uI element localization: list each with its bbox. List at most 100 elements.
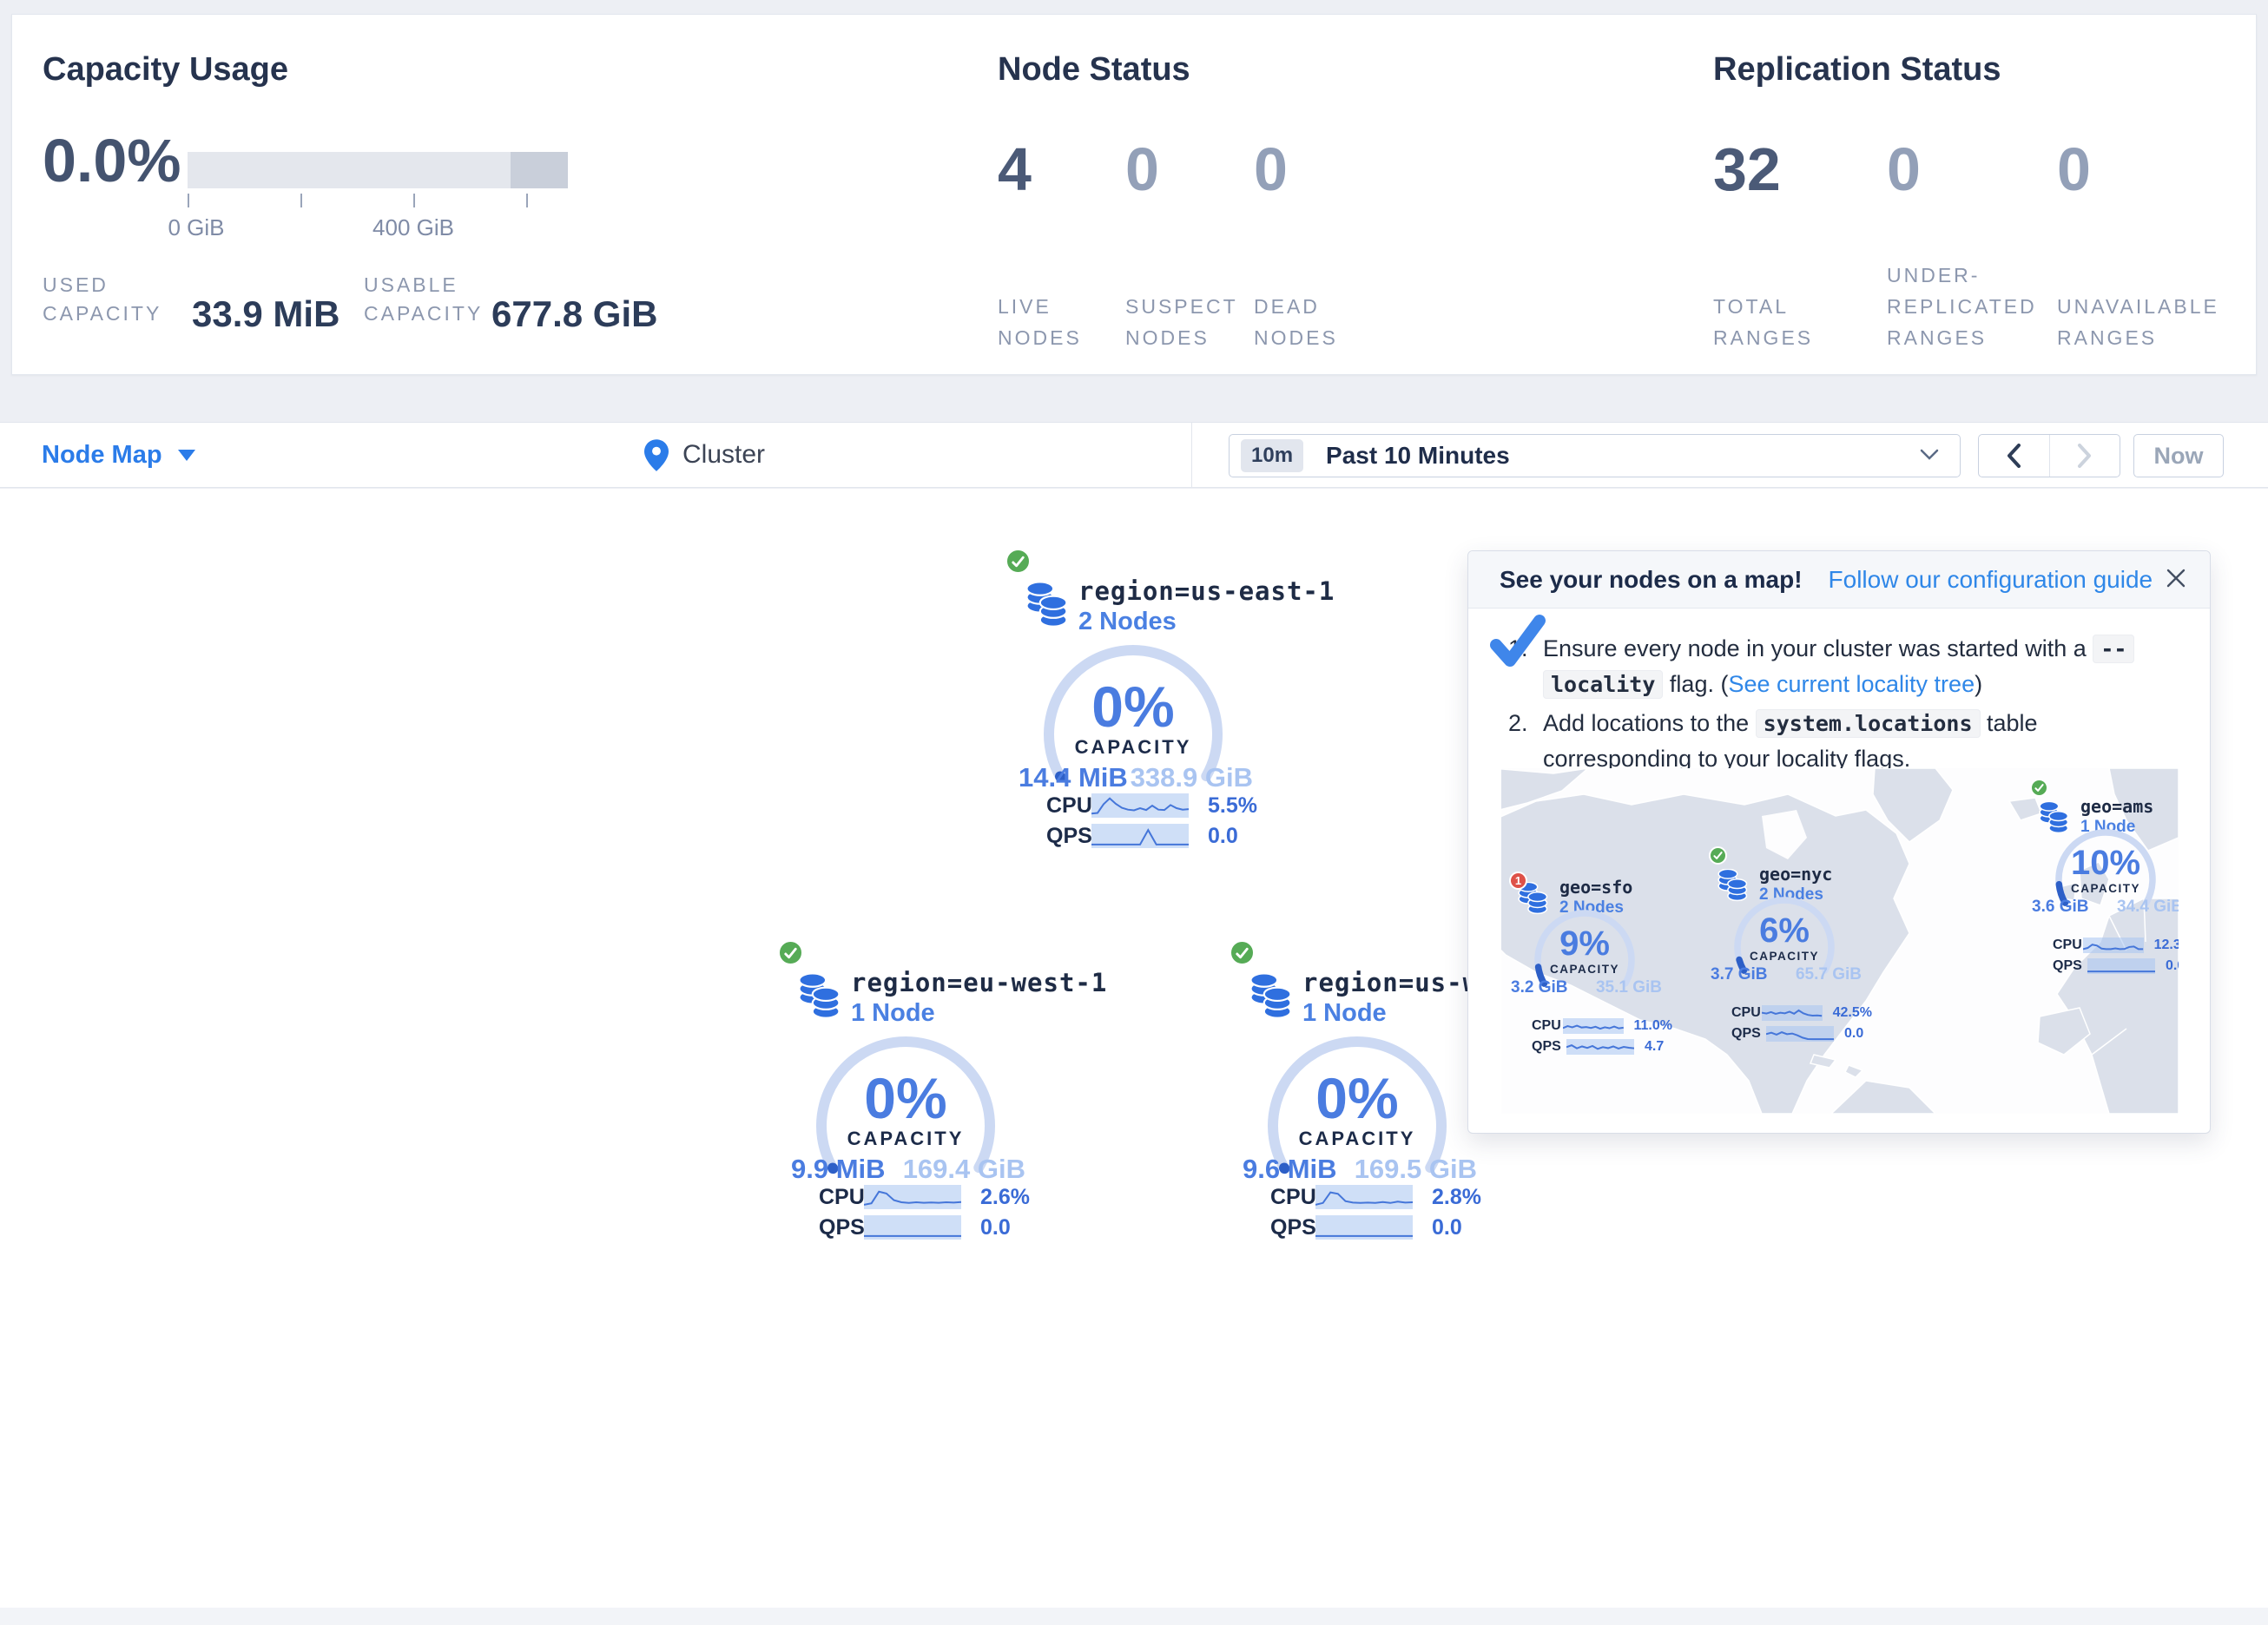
qps-metric-row: QPS 0.0 <box>819 1214 1040 1240</box>
status-ok-badge <box>1709 846 1727 865</box>
caret-down-icon <box>178 450 195 461</box>
check-icon <box>781 945 800 961</box>
cpu-sparkline <box>1762 1005 1822 1021</box>
capacity-tick <box>526 194 528 207</box>
time-forward-button[interactable] <box>2049 435 2120 477</box>
live-nodes-label: LIVE NODES <box>998 256 1119 353</box>
time-range-badge: 10m <box>1241 439 1303 472</box>
cpu-label: CPU <box>2053 938 2083 953</box>
dead-nodes-value: 0 <box>1254 135 1288 204</box>
suspect-nodes-label: SUSPECT NODES <box>1125 256 1247 353</box>
replication-status-section: Replication Status 32 TOTAL RANGES 0 UND… <box>1713 15 2252 374</box>
qps-metric-row: QPS 0.0 <box>1046 823 1268 849</box>
node-status-section: Node Status 4 LIVE NODES 0 SUSPECT NODES… <box>998 15 1675 374</box>
node-count-link[interactable]: 1 Node <box>1302 999 1387 1028</box>
gauge-total: 169.5 GiB <box>1355 1154 1477 1185</box>
gauge-values: 3.6 GiB 34.4 GiB <box>2032 898 2179 917</box>
node-locality-label: geo=ams <box>2080 796 2153 817</box>
popup-header: See your nodes on a map! Follow our conf… <box>1468 551 2210 609</box>
used-capacity-stat: USED CAPACITY 33.9 MiB <box>43 271 181 328</box>
qps-value: 0.0 <box>1432 1215 1462 1240</box>
cpu-value: 12.3% <box>2154 938 2179 953</box>
qps-label: QPS <box>1731 1026 1766 1042</box>
cpu-sparkline <box>1091 793 1189 818</box>
breadcrumb-cluster[interactable]: Cluster <box>644 423 765 487</box>
node-count-link[interactable]: 1 Node <box>851 999 935 1028</box>
step-2: 2. Add locations to the system.locations… <box>1508 706 2175 777</box>
gauge-total: 169.4 GiB <box>903 1154 1025 1185</box>
step-1: 1. Ensure every node in your cluster was… <box>1508 631 2175 702</box>
qps-label: QPS <box>2053 958 2087 974</box>
qps-metric-row: QPS 4.7 <box>1532 1038 1672 1056</box>
cpu-metric-row: CPU 12.3% <box>2053 937 2179 954</box>
gauge-used: 3.6 GiB <box>2032 898 2088 917</box>
step-2-text: Add locations to the system.locations ta… <box>1543 706 2175 777</box>
check-icon <box>1009 554 1027 569</box>
cpu-metric-row: CPU 42.5% <box>1731 1004 1872 1022</box>
usable-capacity-value: 677.8 GiB <box>491 293 657 335</box>
qps-label: QPS <box>1046 824 1091 849</box>
chevron-right-icon <box>2077 444 2093 468</box>
qps-value: 0.0 <box>1844 1026 1863 1042</box>
time-pager <box>1978 434 2120 477</box>
qps-sparkline <box>864 1215 961 1240</box>
gauge-used: 9.9 MiB <box>791 1154 886 1185</box>
under-replicated-ranges-value: 0 <box>1887 135 1921 204</box>
under-replicated-ranges-figure: 0 UNDER-REPLICATED RANGES <box>1887 15 2057 374</box>
dead-nodes-figure: 0 DEAD NODES <box>1254 15 1393 374</box>
qps-value: 0.0 <box>1208 824 1238 849</box>
capacity-gauge: 10% CAPACITY 3.6 GiB 34.4 GiB <box>2049 823 2162 936</box>
qps-label: QPS <box>819 1215 864 1240</box>
view-selector-label: Node Map <box>42 441 162 470</box>
status-ok-badge <box>2030 779 2048 797</box>
check-icon <box>1711 850 1724 861</box>
now-button[interactable]: Now <box>2133 434 2224 477</box>
qps-metric-row: QPS 0.0 <box>1731 1025 1872 1043</box>
configuration-guide-link[interactable]: Follow our configuration guide <box>1829 566 2153 594</box>
close-icon[interactable] <box>2165 567 2187 589</box>
gauge-capacity-label: CAPACITY <box>810 1128 1001 1150</box>
time-range-label: Past 10 Minutes <box>1326 442 1510 470</box>
capacity-tick <box>300 194 302 207</box>
database-stack-icon <box>795 973 842 1020</box>
system-locations-code: system.locations <box>1756 709 1981 738</box>
cpu-metric-row: CPU 5.5% <box>1046 793 1268 819</box>
gauge-used: 3.2 GiB <box>1511 978 1567 997</box>
node-count-link[interactable]: 2 Nodes <box>1078 608 1177 636</box>
gauge-total: 338.9 GiB <box>1131 762 1253 793</box>
database-stack-icon <box>1247 973 1294 1020</box>
capacity-used-percent: 0.0% <box>43 126 181 195</box>
qps-metric-row: QPS 0.0 <box>2053 957 2179 975</box>
node-locality-label: geo=sfo <box>1559 877 1632 898</box>
gauge-used: 14.4 MiB <box>1019 762 1128 793</box>
example-node-map: 1 geo=sfo 2 Nodes 9% CAPACITY 3.2 GiB 35… <box>1501 768 2179 1114</box>
suspect-nodes-value: 0 <box>1125 135 1159 204</box>
view-selector-dropdown[interactable]: Node Map <box>42 423 195 487</box>
chevron-left-icon <box>2006 444 2021 468</box>
gauge-values: 3.2 GiB 35.1 GiB <box>1511 978 1662 997</box>
used-capacity-label: USED CAPACITY <box>43 271 181 328</box>
live-nodes-value: 4 <box>998 135 1032 204</box>
popup-title: See your nodes on a map! <box>1500 566 1803 594</box>
gauge-total: 34.4 GiB <box>2117 898 2179 917</box>
qps-sparkline <box>1091 824 1189 848</box>
gauge-capacity-label: CAPACITY <box>1528 963 1641 976</box>
capacity-bar: 0 GiB 400 GiB <box>188 152 568 188</box>
gauge-percent: 9% <box>1528 924 1641 964</box>
toolbar-divider <box>1191 423 1192 487</box>
cpu-value: 2.6% <box>980 1185 1030 1210</box>
cpu-label: CPU <box>1046 793 1091 819</box>
locality-tree-link[interactable]: See current locality tree <box>1728 671 1975 697</box>
cpu-label: CPU <box>1532 1018 1563 1034</box>
gauge-capacity-label: CAPACITY <box>1262 1128 1453 1150</box>
node-locality-label: region=us-east-1 <box>1078 576 1335 606</box>
qps-sparkline <box>1566 1039 1634 1055</box>
gauge-capacity-label: CAPACITY <box>1038 736 1229 759</box>
cpu-sparkline <box>1563 1018 1624 1034</box>
qps-value: 0.0 <box>980 1215 1011 1240</box>
time-range-dropdown[interactable]: 10m Past 10 Minutes <box>1229 434 1961 477</box>
chevron-down-icon <box>1920 449 1939 461</box>
gauge-percent: 10% <box>2049 844 2162 883</box>
time-back-button[interactable] <box>1979 435 2049 477</box>
gauge-values: 9.9 MiB 169.4 GiB <box>791 1154 1025 1185</box>
